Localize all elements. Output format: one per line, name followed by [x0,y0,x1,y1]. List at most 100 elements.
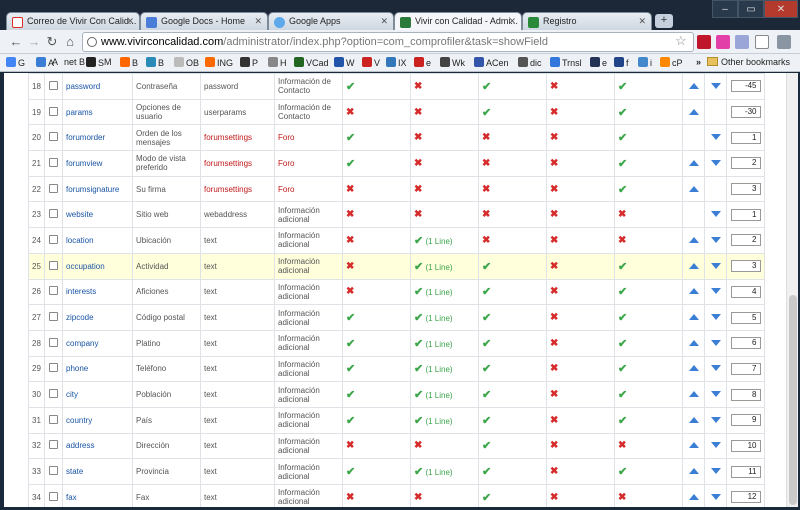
arrow-up-icon[interactable] [688,493,699,500]
bookmark-item[interactable]: ING [205,57,233,68]
check-icon[interactable]: ✔ [482,492,491,504]
arrow-down-icon[interactable] [710,339,721,346]
order-input[interactable]: 11 [730,465,761,478]
arrow-down-icon[interactable] [710,416,721,423]
check-icon[interactable]: ✔ [482,261,491,273]
arrow-up-icon[interactable] [688,365,699,372]
check-icon[interactable]: ✔ [346,158,355,170]
check-icon[interactable]: ✔ [618,389,627,401]
check-icon[interactable]: ✔ [482,363,491,375]
cross-icon[interactable]: ✖ [482,132,490,143]
check-icon[interactable]: ✔ [414,286,423,298]
tab-google-docs[interactable]: Google Docs - Home ✕ [140,12,268,31]
arrow-up-icon[interactable] [688,262,699,269]
check-icon[interactable]: ✔ [414,235,423,247]
check-icon[interactable]: ✔ [618,312,627,324]
field-name-link[interactable]: location [62,227,133,254]
tab-registro[interactable]: Registro ✕ [522,12,652,31]
cross-icon[interactable]: ✖ [482,184,490,195]
cross-icon[interactable]: ✖ [414,107,422,118]
page-scrollbar[interactable] [786,73,798,507]
check-icon[interactable]: ✔ [414,466,423,478]
arrow-up-icon[interactable] [688,82,699,89]
check-icon[interactable]: ✔ [346,466,355,478]
cross-icon[interactable]: ✖ [414,184,422,195]
home-icon[interactable]: ⌂ [62,34,78,50]
field-name-link[interactable]: forumorder [62,124,133,152]
row-checkbox[interactable] [49,440,58,450]
cross-icon[interactable]: ✖ [550,184,558,195]
cross-icon[interactable]: ✖ [346,235,354,246]
back-icon[interactable]: ← [8,34,24,50]
reload-icon[interactable]: ↻ [44,34,60,50]
cross-icon[interactable]: ✖ [550,389,558,400]
field-name-link[interactable]: zipcode [62,304,133,331]
close-icon[interactable]: ✕ [254,16,262,27]
cross-icon[interactable]: ✖ [618,492,626,503]
cross-icon[interactable]: ✖ [414,158,422,169]
check-icon[interactable]: ✔ [414,338,423,350]
order-input[interactable]: 2 [730,157,761,170]
order-input[interactable]: 2 [730,234,761,247]
order-input[interactable]: 7 [730,362,761,375]
row-checkbox[interactable] [49,363,58,373]
cross-icon[interactable]: ✖ [550,338,558,349]
cross-icon[interactable]: ✖ [346,440,354,451]
cross-icon[interactable]: ✖ [482,235,490,246]
check-icon[interactable]: ✔ [618,466,627,478]
wrench-icon[interactable] [777,35,791,49]
order-input[interactable]: 1 [730,131,761,144]
field-name-link[interactable]: occupation [62,252,133,280]
bookmark-item[interactable]: VCad [294,57,329,68]
cross-icon[interactable]: ✖ [346,286,354,297]
bookmark-item[interactable]: B [146,57,164,68]
arrow-up-icon[interactable] [688,236,699,243]
field-name-link[interactable]: country [62,406,133,434]
order-input[interactable]: 9 [730,414,761,427]
bookmark-item[interactable]: ACen [474,57,509,68]
check-icon[interactable]: ✔ [482,81,491,93]
cross-icon[interactable]: ✖ [550,132,558,143]
field-name-link[interactable]: company [62,329,133,357]
cross-icon[interactable]: ✖ [346,492,354,503]
close-icon[interactable]: ✕ [508,16,516,27]
arrow-up-icon[interactable] [688,339,699,346]
check-icon[interactable]: ✔ [618,158,627,170]
cross-icon[interactable]: ✖ [550,363,558,374]
cross-icon[interactable]: ✖ [414,209,422,220]
arrow-down-icon[interactable] [710,288,721,295]
row-checkbox[interactable] [49,286,58,296]
check-icon[interactable]: ✔ [618,286,627,298]
extension-pink-icon[interactable] [716,35,730,49]
row-checkbox[interactable] [49,466,58,476]
cross-icon[interactable]: ✖ [550,415,558,426]
bookmark-item[interactable]: S [86,57,104,68]
field-name-link[interactable]: forumsignature [62,175,133,203]
bookmark-item[interactable]: M [104,57,112,67]
cross-icon[interactable]: ✖ [618,235,626,246]
check-icon[interactable]: ✔ [414,363,423,375]
check-icon[interactable]: ✔ [414,261,423,273]
row-checkbox[interactable] [49,389,58,399]
cross-icon[interactable]: ✖ [414,132,422,143]
close-icon[interactable]: ✕ [126,16,134,27]
cross-icon[interactable]: ✖ [414,492,422,503]
bookmark-item[interactable]: OB [174,57,199,68]
arrow-down-icon[interactable] [710,134,721,141]
bookmark-item[interactable]: W [334,57,355,68]
bookmark-item[interactable]: A [52,57,58,67]
row-checkbox[interactable] [49,414,58,424]
row-checkbox[interactable] [49,157,58,167]
arrow-down-icon[interactable] [710,493,721,500]
check-icon[interactable]: ✔ [618,338,627,350]
bookmark-item[interactable]: e [414,57,431,68]
cross-icon[interactable]: ✖ [482,209,490,220]
row-checkbox[interactable] [49,260,58,270]
cross-icon[interactable]: ✖ [550,209,558,220]
check-icon[interactable]: ✔ [346,132,355,144]
field-name-link[interactable]: fax [62,484,133,507]
cross-icon[interactable]: ✖ [550,492,558,503]
cross-icon[interactable]: ✖ [414,440,422,451]
new-tab-button[interactable]: + [655,14,673,28]
check-icon[interactable]: ✔ [618,415,627,427]
